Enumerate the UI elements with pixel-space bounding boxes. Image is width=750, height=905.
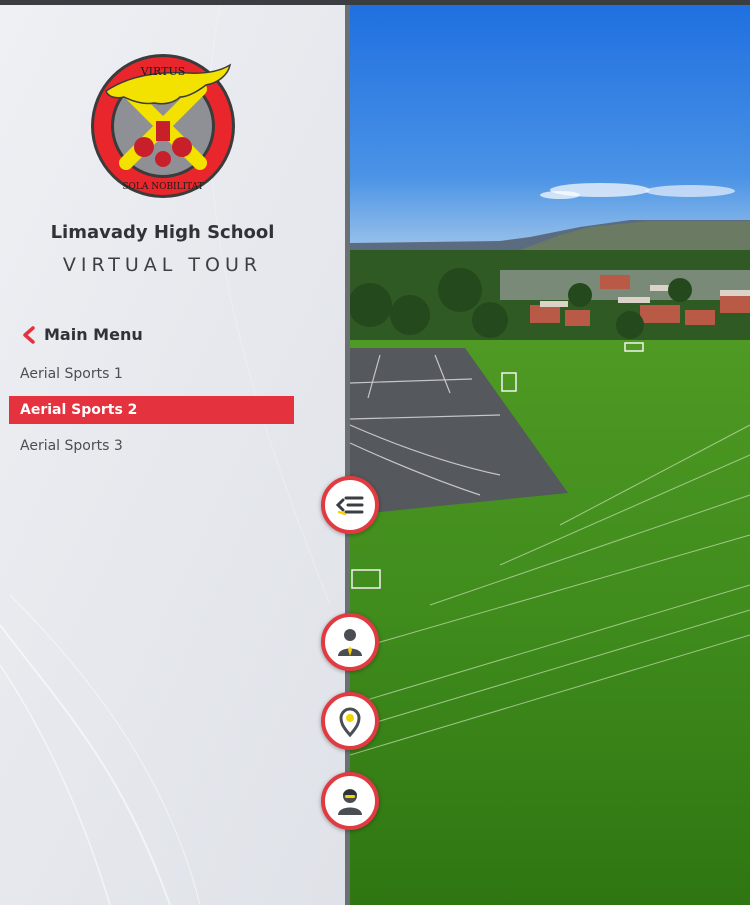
tour-title: VIRTUAL TOUR — [62, 254, 263, 276]
location-button[interactable] — [321, 692, 379, 750]
menu-item-aerial-sports-2[interactable]: Aerial Sports 2 — [9, 396, 294, 424]
crest-top-text: VIRTUS — [140, 65, 186, 78]
school-crest-logo: VIRTUS SOLA NOBILITAT — [91, 54, 235, 198]
menu-item-aerial-sports-3[interactable]: Aerial Sports 3 — [9, 432, 294, 460]
school-name: Limavady High School — [50, 222, 275, 243]
collapse-menu-button[interactable] — [321, 476, 379, 534]
map-pin-icon — [339, 707, 361, 738]
tour-sidebar: VIRTUS SOLA NOBILITAT Limavady High Scho… — [0, 5, 350, 905]
chevron-left-icon — [23, 325, 35, 344]
staff-contact-button[interactable] — [321, 613, 379, 671]
staff-person-icon — [338, 629, 362, 656]
collapse-menu-icon — [335, 496, 364, 516]
main-menu-back-link[interactable]: Main Menu — [22, 325, 143, 344]
guide-person-icon — [338, 789, 362, 815]
panorama-view[interactable] — [350, 5, 750, 905]
crest-bottom-text: SOLA NOBILITAT — [122, 182, 203, 192]
scene-menu: Aerial Sports 1 Aerial Sports 2 Aerial S… — [9, 360, 294, 468]
main-menu-label: Main Menu — [44, 325, 143, 344]
menu-item-aerial-sports-1[interactable]: Aerial Sports 1 — [9, 360, 294, 388]
guide-button[interactable] — [321, 772, 379, 830]
